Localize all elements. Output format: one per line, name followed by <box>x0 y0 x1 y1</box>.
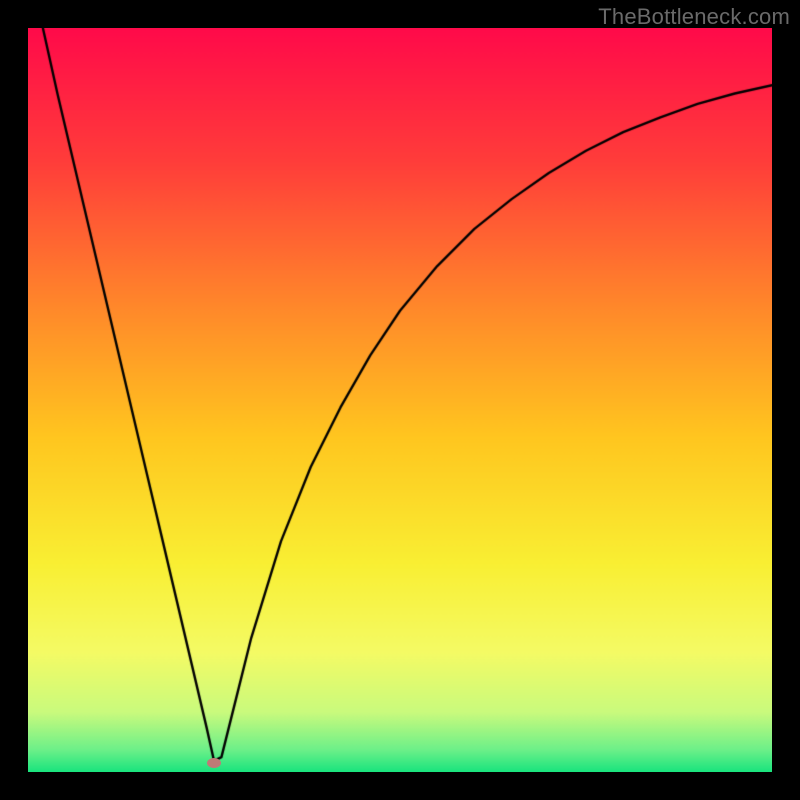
gradient-background <box>28 28 772 772</box>
plot-area <box>28 28 772 772</box>
watermark-text: TheBottleneck.com <box>598 4 790 30</box>
optimum-marker <box>207 758 221 768</box>
